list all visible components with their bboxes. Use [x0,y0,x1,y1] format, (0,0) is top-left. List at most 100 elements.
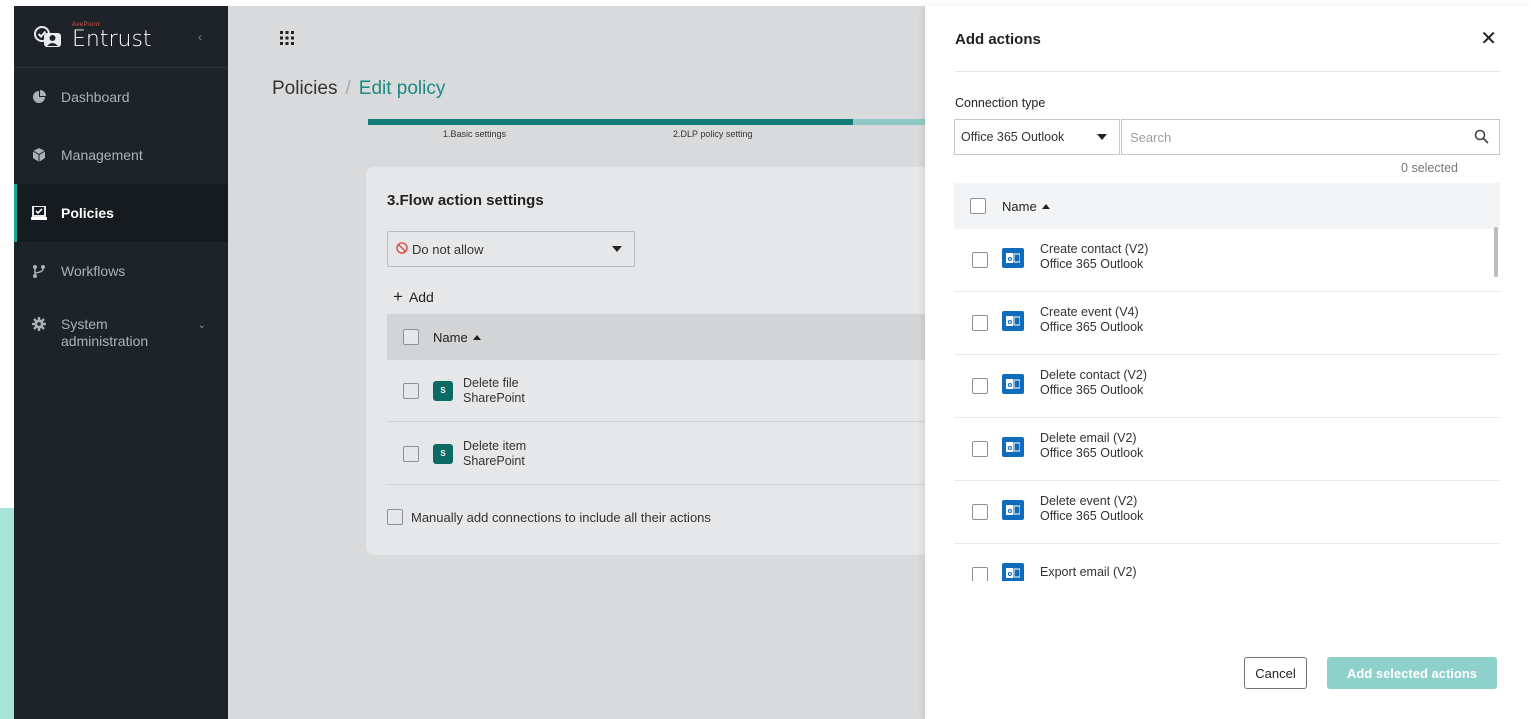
select-all-checkbox[interactable] [403,329,419,345]
add-selected-actions-button[interactable]: Add selected actions [1327,657,1497,689]
table-header: Name [387,314,946,360]
connector-name: Office 365 Outlook [1040,320,1144,334]
connector-name: Office 365 Outlook [1040,383,1144,397]
prohibited-icon [396,241,408,257]
sidebar-item-label: Management [61,147,143,163]
row-checkbox[interactable] [972,504,988,520]
sidebar-item-label-line1: System [61,316,108,332]
svg-text:o: o [1008,507,1013,515]
connection-type-value: Office 365 Outlook [961,130,1065,144]
sidebar-item-label: Workflows [61,263,126,279]
add-actions-panel: Add actions ✕ Connection type Office 365… [925,6,1531,719]
chevron-down-icon: ⌄ [197,320,206,331]
permission-select-value: Do not allow [412,241,484,257]
sidebar-item-system-administration[interactable]: System administration ⌄ [14,300,228,364]
list-item[interactable]: o Delete contact (V2) Office 365 Outlook [954,355,1500,418]
stepper-bar [368,119,925,125]
outlook-icon: o [1002,563,1024,581]
connector-name: SharePoint [463,390,525,405]
list-item[interactable]: o Delete event (V2) Office 365 Outlook [954,481,1500,544]
actions-list[interactable]: o Create contact (V2) Office 365 Outlook … [954,229,1500,581]
connector-name: Office 365 Outlook [1040,446,1144,460]
action-name: Create event (V4) [1040,305,1139,319]
connection-type-select[interactable]: Office 365 Outlook [954,119,1120,155]
outlook-icon: o [1002,311,1024,331]
column-header-name[interactable]: Name [1002,199,1037,214]
breadcrumb-root[interactable]: Policies [272,78,337,99]
connection-type-label: Connection type [955,96,1046,110]
list-scrollbar[interactable] [1494,227,1498,277]
table-row: S Delete item SharePoint [387,423,946,485]
list-item[interactable]: o Create contact (V2) Office 365 Outlook [954,229,1500,292]
connector-name: Office 365 Outlook [1040,509,1144,523]
svg-text:o: o [1008,570,1013,578]
row-checkbox[interactable] [972,252,988,268]
row-checkbox[interactable] [403,445,419,462]
brand-header: AvePoint Entrust ‹ [14,6,228,68]
product-name: Entrust [72,27,152,52]
svg-text:o: o [1008,255,1013,263]
outlook-icon: o [1002,500,1024,520]
svg-text:o: o [1008,444,1013,452]
cube-icon [31,147,47,163]
sharepoint-icon: S [433,443,453,464]
select-all-checkbox[interactable] [970,198,986,214]
sidebar-item-management[interactable]: Management [14,126,228,184]
gear-icon [31,316,47,332]
divider [955,71,1500,72]
chevron-left-icon[interactable]: ‹ [198,30,202,44]
table-header: Name [954,183,1500,229]
sidebar-nav: Dashboard Management Policies Workflows [14,68,228,364]
table-row: S Delete file SharePoint [387,360,946,422]
progress-stepper: 1.Basic settings 2.DLP policy setting [368,119,925,143]
caret-down-icon [1097,134,1107,140]
action-name: Delete email (V2) [1040,431,1137,445]
outlook-icon: o [1002,374,1024,394]
close-icon[interactable]: ✕ [1480,29,1497,49]
column-header-name[interactable]: Name [433,330,468,345]
list-item[interactable]: o Create event (V4) Office 365 Outlook [954,292,1500,355]
sidebar-item-label: System administration [61,316,148,350]
workflow-icon [31,263,47,279]
manual-connections-option: Manually add connections to include all … [387,509,711,525]
sharepoint-icon: S [433,380,453,401]
sidebar-item-policies[interactable]: Policies [14,184,228,242]
connector-name: Office 365 Outlook [1040,257,1144,271]
caret-down-icon [612,246,622,252]
breadcrumb-current: Edit policy [358,78,446,99]
action-name: Delete contact (V2) [1040,368,1147,382]
permission-select[interactable]: Do not allow [387,231,635,267]
search-input[interactable] [1130,129,1450,145]
row-checkbox[interactable] [972,378,988,394]
sidebar-item-dashboard[interactable]: Dashboard [14,68,228,126]
sidebar-item-workflows[interactable]: Workflows [14,242,228,300]
step-label-basic-settings[interactable]: 1.Basic settings [443,129,506,139]
list-item[interactable]: o Delete email (V2) Office 365 Outlook [954,418,1500,481]
breadcrumb-separator: / [345,78,351,99]
svg-text:o: o [1008,318,1013,326]
breadcrumb: Policies / Edit policy [272,78,445,100]
sidebar: AvePoint Entrust ‹ Dashboard Management … [14,6,228,719]
list-item[interactable]: o Export email (V2) [954,544,1500,581]
cancel-button[interactable]: Cancel [1244,657,1307,689]
step-label-dlp-policy[interactable]: 2.DLP policy setting [673,129,752,139]
pie-chart-icon [31,89,47,105]
row-checkbox[interactable] [403,382,419,399]
flow-action-settings-card: 3.Flow action settings Do not allow + Add… [366,167,946,555]
add-action-button[interactable]: + Add [393,287,434,307]
row-checkbox[interactable] [972,567,988,581]
search-field [1121,119,1500,155]
stepper-bar-fill [368,119,853,125]
sidebar-item-label: Policies [61,205,114,221]
sort-ascending-icon[interactable] [472,334,481,340]
app-launcher-icon[interactable] [278,29,296,47]
row-checkbox[interactable] [972,441,988,457]
search-icon[interactable] [1474,129,1489,147]
manual-connections-checkbox[interactable] [387,509,403,525]
main-content: Policies / Edit policy 1.Basic settings 2.… [228,6,946,719]
sort-ascending-icon[interactable] [1041,203,1050,209]
row-checkbox[interactable] [972,315,988,331]
card-title: 3.Flow action settings [387,192,544,209]
background-accent [0,508,14,719]
panel-title: Add actions [955,31,1041,48]
